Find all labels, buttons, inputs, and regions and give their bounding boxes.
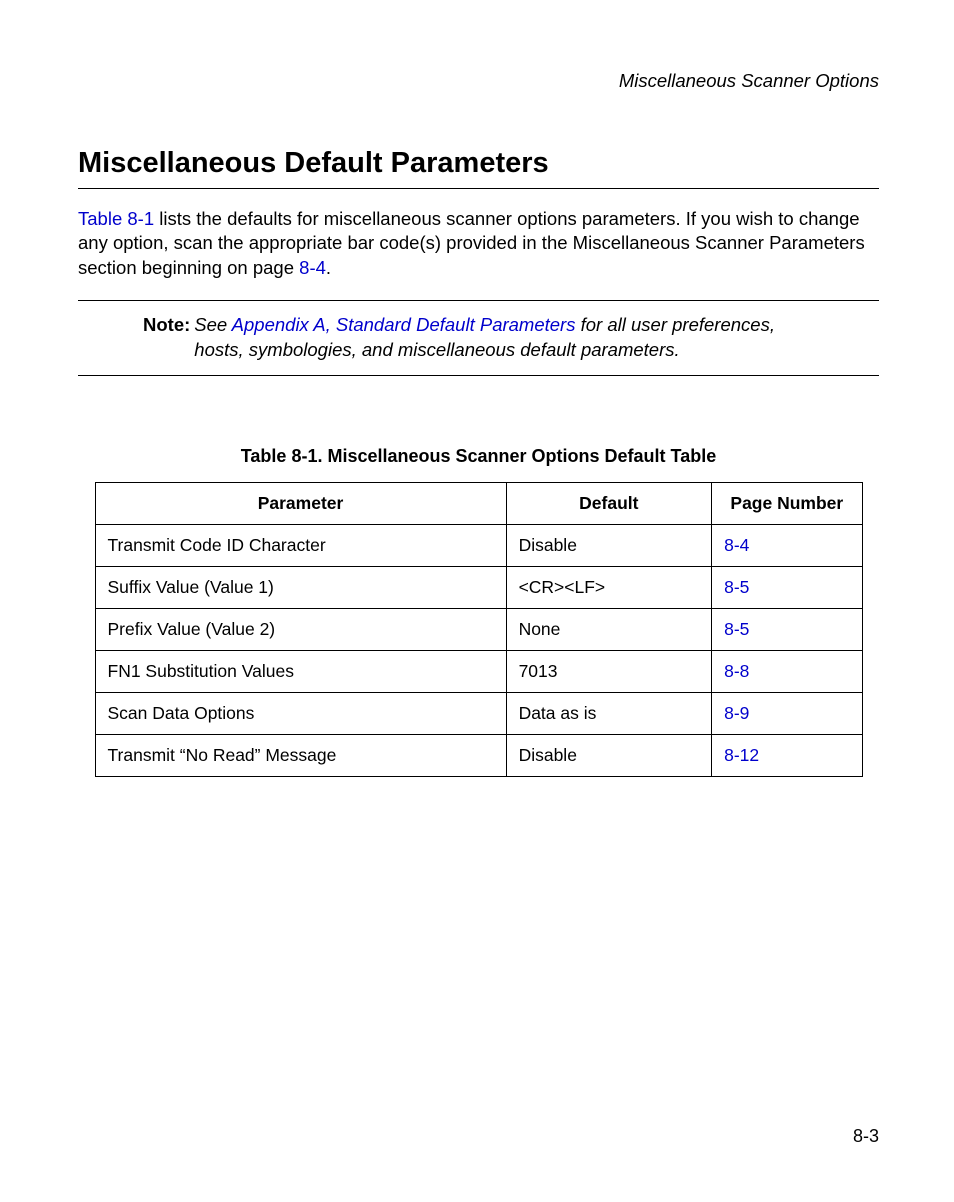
intro-text-2: . bbox=[326, 257, 331, 278]
appendix-link[interactable]: Appendix A, Standard Default Parameters bbox=[232, 314, 576, 335]
cell-default: 7013 bbox=[506, 651, 712, 693]
cell-default: Data as is bbox=[506, 693, 712, 735]
cell-parameter: Prefix Value (Value 2) bbox=[95, 609, 506, 651]
cell-default: None bbox=[506, 609, 712, 651]
table-row: FN1 Substitution Values 7013 8-8 bbox=[95, 651, 862, 693]
section-title: Miscellaneous Default Parameters bbox=[78, 147, 879, 189]
cell-page-link[interactable]: 8-9 bbox=[712, 693, 862, 735]
cell-parameter: FN1 Substitution Values bbox=[95, 651, 506, 693]
running-header: Miscellaneous Scanner Options bbox=[78, 70, 879, 92]
note-body: See Appendix A, Standard Default Paramet… bbox=[194, 313, 879, 363]
intro-text-1: lists the defaults for miscellaneous sca… bbox=[78, 208, 865, 278]
page-number: 8-3 bbox=[853, 1126, 879, 1147]
page-content: Miscellaneous Scanner Options Miscellane… bbox=[0, 0, 954, 817]
table-caption: Table 8-1. Miscellaneous Scanner Options… bbox=[78, 446, 879, 467]
table-row: Prefix Value (Value 2) None 8-5 bbox=[95, 609, 862, 651]
cell-page-link[interactable]: 8-5 bbox=[712, 609, 862, 651]
table-row: Suffix Value (Value 1) <CR><LF> 8-5 bbox=[95, 567, 862, 609]
cell-parameter: Suffix Value (Value 1) bbox=[95, 567, 506, 609]
cell-page-link[interactable]: 8-8 bbox=[712, 651, 862, 693]
note-pre: See bbox=[194, 314, 231, 335]
intro-paragraph: Table 8-1 lists the defaults for miscell… bbox=[78, 207, 879, 280]
cell-parameter: Scan Data Options bbox=[95, 693, 506, 735]
col-header-default: Default bbox=[506, 483, 712, 525]
defaults-table: Parameter Default Page Number Transmit C… bbox=[95, 482, 863, 777]
col-header-page: Page Number bbox=[712, 483, 862, 525]
page-ref-link[interactable]: 8-4 bbox=[299, 257, 326, 278]
cell-page-link[interactable]: 8-12 bbox=[712, 735, 862, 777]
table-header-row: Parameter Default Page Number bbox=[95, 483, 862, 525]
note-block: Note: See Appendix A, Standard Default P… bbox=[78, 300, 879, 376]
cell-parameter: Transmit “No Read” Message bbox=[95, 735, 506, 777]
table-ref-link[interactable]: Table 8-1 bbox=[78, 208, 154, 229]
col-header-parameter: Parameter bbox=[95, 483, 506, 525]
cell-parameter: Transmit Code ID Character bbox=[95, 525, 506, 567]
cell-default: Disable bbox=[506, 525, 712, 567]
cell-default: <CR><LF> bbox=[506, 567, 712, 609]
table-row: Transmit “No Read” Message Disable 8-12 bbox=[95, 735, 862, 777]
table-row: Scan Data Options Data as is 8-9 bbox=[95, 693, 862, 735]
note-label: Note: bbox=[78, 313, 194, 363]
table-row: Transmit Code ID Character Disable 8-4 bbox=[95, 525, 862, 567]
cell-default: Disable bbox=[506, 735, 712, 777]
cell-page-link[interactable]: 8-4 bbox=[712, 525, 862, 567]
cell-page-link[interactable]: 8-5 bbox=[712, 567, 862, 609]
